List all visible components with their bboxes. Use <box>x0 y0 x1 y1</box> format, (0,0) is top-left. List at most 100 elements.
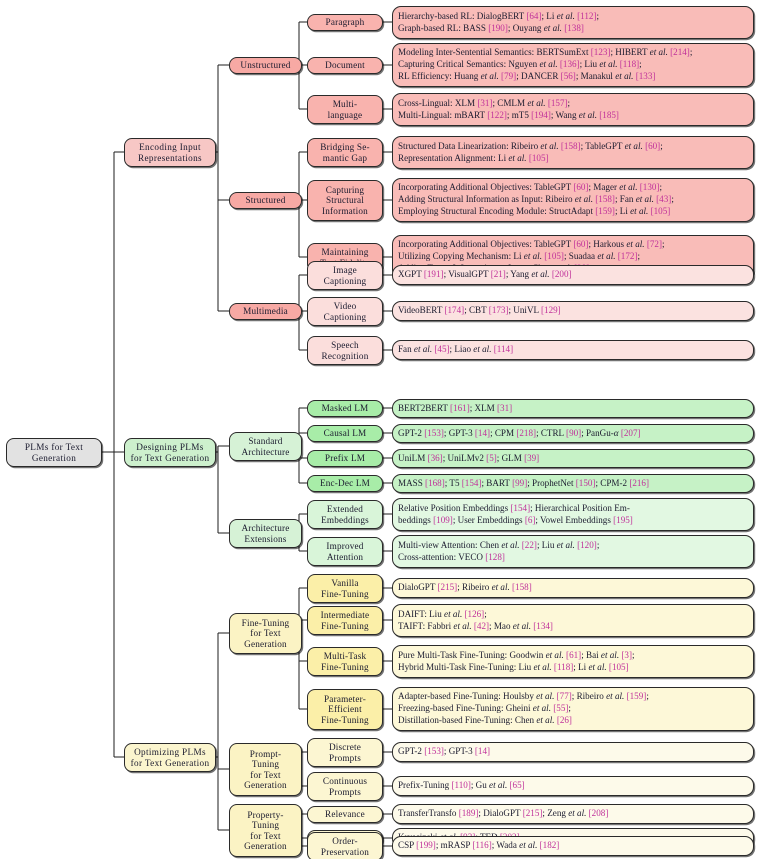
leaf-parameter-efficient-fine-tuning-label: Adapter-based Fine-Tuning: Houlsby et al… <box>398 691 649 725</box>
leaf-capturing-structural-information[interactable]: Incorporating Additional Objectives: Tab… <box>392 178 754 222</box>
node-category-document[interactable]: Document <box>307 57 383 74</box>
node-category-intermediate-fine-tuning-label: Intermediate Fine-Tuning <box>320 610 370 631</box>
leaf-bridging-semantic-gap-label: Structured Data Linearization: Ribeiro e… <box>398 140 663 163</box>
leaf-enc-dec-lm[interactable]: MASS [168]; T5 [154]; BART [99]; Prophet… <box>392 474 754 493</box>
leaf-vanilla-fine-tuning[interactable]: DialoGPT [215]; Ribeiro et al. [158] <box>392 578 754 598</box>
node-category-image-captioning-label: Image Captioning <box>323 265 367 286</box>
node-branch-encoding-label: Encoding Input Representations <box>138 142 202 163</box>
node-branch-optimizing-label: Optimizing PLMs for Text Generation <box>130 747 210 768</box>
leaf-causal-lm-label: GPT-2 [153]; GPT-3 [14]; CPM [218]; CTRL… <box>398 427 641 438</box>
node-category-improved-attention-label: Improved Attention <box>326 541 364 562</box>
leaf-video-captioning-label: VideoBERT [174]; CBT [173]; UniVL [129] <box>398 305 561 316</box>
leaf-masked-lm-label: BERT2BERT [161]; XLM [31] <box>398 402 513 413</box>
node-category-capturing-structural-information[interactable]: Capturing Structural Information <box>307 180 383 221</box>
node-category-continuous-prompts-label: Continuous Prompts <box>322 776 368 797</box>
leaf-extended-embeddings[interactable]: Relative Position Embeddings [154]; Hier… <box>392 498 754 531</box>
node-category-intermediate-fine-tuning[interactable]: Intermediate Fine-Tuning <box>307 606 383 635</box>
leaf-document-label: Modeling Inter-Sentential Semantics: BER… <box>398 47 693 81</box>
node-category-paragraph[interactable]: Paragraph <box>307 14 383 31</box>
node-category-multi-task-fine-tuning-label: Multi-Task Fine-Tuning <box>321 651 369 672</box>
node-group-unstructured[interactable]: Unstructured <box>229 57 302 74</box>
leaf-relevance-label: TransferTransfo [189]; DialoGPT [215]; Z… <box>398 808 609 819</box>
node-group-property-tuning[interactable]: Property- Tuning for Text Generation <box>229 804 302 857</box>
leaf-bridging-semantic-gap[interactable]: Structured Data Linearization: Ribeiro e… <box>392 136 754 169</box>
leaf-discrete-prompts[interactable]: GPT-2 [153]; GPT-3 [14] <box>392 742 754 762</box>
node-group-prompt-tuning[interactable]: Prompt- Tuning for Text Generation <box>229 743 302 796</box>
node-category-bridging-semantic-gap[interactable]: Bridging Se-mantic Gap <box>307 138 383 167</box>
leaf-order-preservation[interactable]: CSP [199]; mRASP [116]; Wada et al. [182… <box>392 836 754 856</box>
node-branch-encoding[interactable]: Encoding Input Representations <box>124 138 216 167</box>
node-category-parameter-efficient-fine-tuning[interactable]: Parameter- Efficient Fine-Tuning <box>307 689 383 730</box>
leaf-prefix-lm[interactable]: UniLM [36]; UniLMv2 [5]; GLM [39] <box>392 449 754 468</box>
leaf-video-captioning[interactable]: VideoBERT [174]; CBT [173]; UniVL [129] <box>392 301 754 321</box>
node-group-standard-architecture-label: Standard Architecture <box>241 436 290 457</box>
node-category-speech-recognition-label: Speech Recognition <box>321 340 369 361</box>
leaf-parameter-efficient-fine-tuning[interactable]: Adapter-based Fine-Tuning: Houlsby et al… <box>392 687 754 731</box>
node-group-fine-tuning[interactable]: Fine-Tuning for Text Generation <box>229 613 302 654</box>
node-group-architecture-extensions-label: Architecture Extensions <box>241 523 290 544</box>
node-category-enc-dec-lm-label: Enc-Dec LM <box>319 478 371 489</box>
node-category-document-label: Document <box>325 60 365 71</box>
leaf-intermediate-fine-tuning[interactable]: DAIFT: Liu et al. [126]; TAIFT: Fabbri et… <box>392 604 754 637</box>
node-category-relevance[interactable]: Relevance <box>307 806 383 823</box>
node-branch-designing[interactable]: Designing PLMs for Text Generation <box>124 438 216 467</box>
node-category-order-preservation-label: Order- Preservation <box>320 836 370 857</box>
node-category-image-captioning[interactable]: Image Captioning <box>307 261 383 290</box>
leaf-discrete-prompts-label: GPT-2 [153]; GPT-3 [14] <box>398 746 491 757</box>
node-category-video-captioning[interactable]: Video Captioning <box>307 297 383 326</box>
leaf-masked-lm[interactable]: BERT2BERT [161]; XLM [31] <box>392 399 754 418</box>
node-group-structured[interactable]: Structured <box>229 192 302 209</box>
leaf-continuous-prompts-label: Prefix-Tuning [110]; Gu et al. [65] <box>398 780 525 791</box>
node-category-causal-lm-label: Causal LM <box>323 428 367 439</box>
node-category-speech-recognition[interactable]: Speech Recognition <box>307 336 383 365</box>
leaf-continuous-prompts[interactable]: Prefix-Tuning [110]; Gu et al. [65] <box>392 776 754 796</box>
node-group-fine-tuning-label: Fine-Tuning for Text Generation <box>241 618 290 649</box>
leaf-improved-attention[interactable]: Multi-view Attention: Chen et al. [22]; … <box>392 535 754 568</box>
leaf-order-preservation-label: CSP [199]; mRASP [116]; Wada et al. [182… <box>398 840 560 851</box>
node-group-property-tuning-label: Property- Tuning for Text Generation <box>244 809 287 851</box>
node-category-relevance-label: Relevance <box>325 809 365 820</box>
node-category-paragraph-label: Paragraph <box>325 17 365 28</box>
leaf-extended-embeddings-label: Relative Position Embeddings [154]; Hier… <box>398 502 633 525</box>
node-category-order-preservation[interactable]: Order- Preservation <box>307 832 383 859</box>
leaf-speech-recognition[interactable]: Fan et al. [45]; Liao et al. [114] <box>392 340 754 360</box>
node-group-unstructured-label: Unstructured <box>240 60 291 71</box>
leaf-intermediate-fine-tuning-label: DAIFT: Liu et al. [126]; TAIFT: Fabbri et… <box>398 608 553 631</box>
node-category-masked-lm-label: Masked LM <box>321 403 369 414</box>
node-category-prefix-lm[interactable]: Prefix LM <box>307 450 383 467</box>
node-category-discrete-prompts-label: Discrete Prompts <box>328 742 362 763</box>
leaf-causal-lm[interactable]: GPT-2 [153]; GPT-3 [14]; CPM [218]; CTRL… <box>392 424 754 443</box>
leaf-paragraph[interactable]: Hierarchy-based RL: DialogBERT [64]; Li … <box>392 6 754 39</box>
leaf-image-captioning-label: XGPT [191]; VisualGPT [21]; Yang et al. … <box>398 269 572 280</box>
node-group-structured-label: Structured <box>245 195 286 206</box>
leaf-multi-language[interactable]: Cross-Lingual: XLM [31]; CMLM et al. [15… <box>392 93 754 126</box>
leaf-multi-task-fine-tuning-label: Pure Multi-Task Fine-Tuning: Goodwin et … <box>398 649 635 672</box>
leaf-multi-task-fine-tuning[interactable]: Pure Multi-Task Fine-Tuning: Goodwin et … <box>392 645 754 678</box>
node-category-capturing-structural-information-label: Capturing Structural Information <box>322 185 368 216</box>
node-group-standard-architecture[interactable]: Standard Architecture <box>229 432 302 461</box>
node-category-extended-embeddings[interactable]: Extended Embeddings <box>307 500 383 529</box>
node-category-multi-language[interactable]: Multi-language <box>307 95 383 124</box>
node-category-enc-dec-lm[interactable]: Enc-Dec LM <box>307 475 383 492</box>
leaf-relevance[interactable]: TransferTransfo [189]; DialoGPT [215]; Z… <box>392 804 754 824</box>
node-root-label: PLMs for Text Generation <box>24 442 84 463</box>
node-group-multimedia-label: Multimedia <box>243 306 288 317</box>
node-group-multimedia[interactable]: Multimedia <box>229 303 302 320</box>
node-category-causal-lm[interactable]: Causal LM <box>307 425 383 442</box>
node-category-multi-task-fine-tuning[interactable]: Multi-Task Fine-Tuning <box>307 647 383 676</box>
node-branch-optimizing[interactable]: Optimizing PLMs for Text Generation <box>124 743 216 772</box>
leaf-multi-language-label: Cross-Lingual: XLM [31]; CMLM et al. [15… <box>398 97 619 120</box>
node-category-vanilla-fine-tuning[interactable]: Vanilla Fine-Tuning <box>307 574 383 603</box>
node-group-architecture-extensions[interactable]: Architecture Extensions <box>229 519 302 548</box>
leaf-prefix-lm-label: UniLM [36]; UniLMv2 [5]; GLM [39] <box>398 452 540 463</box>
node-category-vanilla-fine-tuning-label: Vanilla Fine-Tuning <box>321 578 369 599</box>
leaf-document[interactable]: Modeling Inter-Sentential Semantics: BER… <box>392 43 754 87</box>
node-category-continuous-prompts[interactable]: Continuous Prompts <box>307 772 383 801</box>
node-category-extended-embeddings-label: Extended Embeddings <box>321 504 369 525</box>
node-root[interactable]: PLMs for Text Generation <box>6 438 102 467</box>
node-category-improved-attention[interactable]: Improved Attention <box>307 537 383 566</box>
leaf-speech-recognition-label: Fan et al. [45]; Liao et al. [114] <box>398 344 514 355</box>
node-category-masked-lm[interactable]: Masked LM <box>307 400 383 417</box>
node-category-discrete-prompts[interactable]: Discrete Prompts <box>307 738 383 767</box>
leaf-image-captioning[interactable]: XGPT [191]; VisualGPT [21]; Yang et al. … <box>392 265 754 285</box>
